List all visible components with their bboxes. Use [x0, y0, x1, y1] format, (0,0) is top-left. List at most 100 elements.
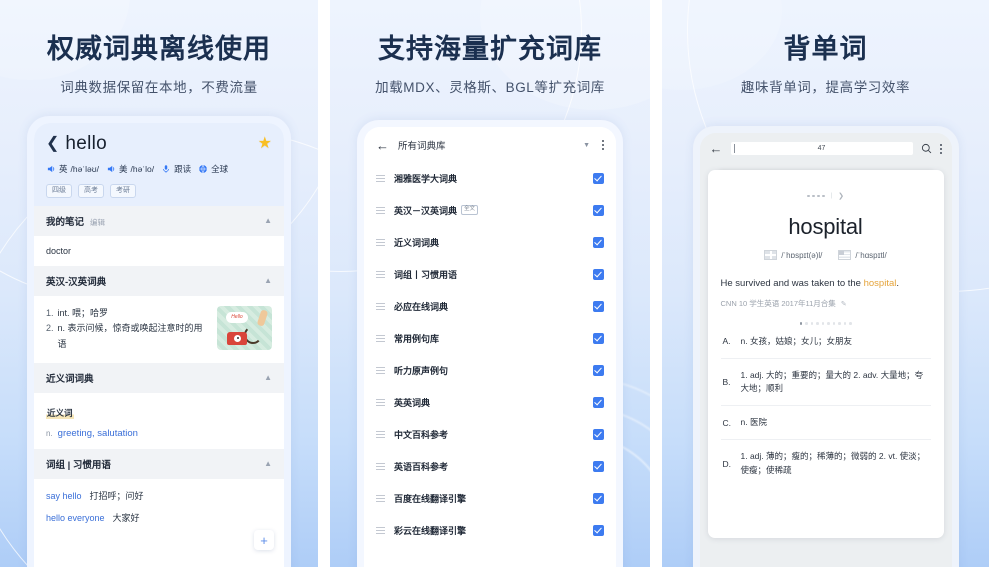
dictionary-row[interactable]: 听力原声例句 — [364, 354, 616, 386]
panel-title: 背单词 — [783, 34, 868, 64]
chevron-up-icon[interactable]: ▲ — [264, 373, 272, 382]
pronounce-uk[interactable]: /ˈhɒspɪt(ə)l/ — [764, 250, 822, 260]
answer-option[interactable]: B. 1. adj. 大的；重要的；量大的 2. adv. 大量地；夸大地；顺利 — [720, 359, 931, 407]
dictionary-checkbox[interactable] — [593, 300, 604, 312]
speaker-icon — [106, 164, 116, 174]
dictionary-row[interactable]: 常用例句库 — [364, 322, 616, 354]
arrow-left-icon[interactable]: ← — [710, 142, 723, 155]
dictionary-checkbox[interactable] — [593, 332, 604, 344]
dictionary-name: 百度在线翻译引擎 — [394, 493, 467, 504]
dictionary-checkbox[interactable] — [593, 236, 604, 248]
section-header-phrases[interactable]: 词组 | 习惯用语 ▲ — [34, 448, 284, 479]
dictionary-checkbox[interactable] — [593, 204, 604, 216]
synonym-label: 近义词 — [46, 406, 74, 419]
flashcard-word: hospital — [788, 214, 863, 239]
dictionary-row[interactable]: 词组丨习惯用语 — [364, 258, 616, 290]
dictionary-row[interactable]: 英英词典 — [364, 386, 616, 418]
drag-handle-icon[interactable] — [376, 494, 385, 502]
sentence-highlight: hospital — [863, 278, 897, 289]
illustration-caption: Hello — [226, 311, 248, 323]
search-icon[interactable] — [921, 143, 932, 154]
dictionary-checkbox[interactable] — [593, 364, 604, 376]
global-label: 全球 — [211, 164, 229, 174]
drag-handle-icon[interactable] — [376, 430, 385, 438]
tag-gaokao[interactable]: 高考 — [78, 184, 104, 198]
illustration-image: Hello — [217, 305, 272, 350]
chevron-up-icon[interactable]: ▲ — [264, 276, 272, 285]
drag-handle-icon[interactable] — [376, 398, 385, 406]
phone-mockup-2: ← 所有词典库 ▼ 湘雅医学大词典 英汉－汉英词典 全文 近义词词典 词组丨习惯… — [357, 120, 623, 567]
answer-option[interactable]: A. n. 女孩，姑娘；女儿；女朋友 — [720, 325, 931, 359]
drag-handle-icon[interactable] — [376, 526, 385, 534]
phrase-item[interactable]: hello everyone 大家好 — [46, 511, 272, 524]
panel-subtitle: 词典数据保留在本地，不费流量 — [60, 80, 258, 96]
plus-icon[interactable]: + — [254, 530, 274, 550]
promo-panel-2: 支持海量扩充词库 加载MDX、灵格斯、BGL等扩充词库 ← 所有词典库 ▼ 湘雅… — [330, 0, 650, 567]
dictionary-checkbox[interactable] — [593, 524, 604, 536]
follow-read-label: 跟读 — [174, 164, 192, 174]
dictionary-row[interactable]: 必应在线词典 — [364, 290, 616, 322]
search-input[interactable]: 47 — [730, 142, 913, 155]
drag-handle-icon[interactable] — [376, 462, 385, 470]
synonym-words[interactable]: greeting, salutation — [58, 428, 138, 439]
global-button[interactable]: 全球 — [198, 163, 228, 175]
pronounce-uk-value: /ˈhɒspɪt(ə)l/ — [781, 250, 823, 260]
pronounce-uk[interactable]: 英 /həˈləʊ/ — [46, 163, 99, 175]
answer-option[interactable]: D. 1. adj. 薄的；瘦的；稀薄的；微弱的 2. vt. 使淡；使瘦；使稀… — [721, 440, 931, 486]
star-icon[interactable]: ★ — [258, 136, 272, 152]
microphone-icon — [161, 164, 171, 174]
follow-read-button[interactable]: 跟读 — [161, 163, 191, 175]
dictionary-row[interactable]: 英汉－汉英词典 全文 — [364, 194, 616, 226]
pronounce-us-value: /ˈhɑspɪtl/ — [855, 250, 887, 260]
chevron-right-icon[interactable]: ❯ — [838, 192, 844, 200]
flashcard: | ❯ hospital /ˈhɒspɪt(ə)l/ /ˈhɑspɪtl/ He… — [707, 170, 944, 538]
dictionary-row[interactable]: 彩云在线翻译引擎 — [364, 514, 616, 546]
pencil-icon[interactable]: ✎ — [841, 300, 847, 308]
drag-handle-icon[interactable] — [376, 366, 385, 374]
tag-cet4[interactable]: 四级 — [46, 184, 72, 198]
drag-handle-icon[interactable] — [376, 270, 385, 278]
dictionary-row[interactable]: 英语百科参考 — [364, 450, 616, 482]
speaker-icon — [46, 164, 56, 174]
pronounce-us[interactable]: /ˈhɑspɪtl/ — [838, 250, 887, 260]
option-value: 1. adj. 大的；重要的；量大的 2. adv. 大量地；夸大地；顺利 — [740, 369, 924, 394]
dictionary-checkbox[interactable] — [593, 396, 604, 408]
dictionary-checkbox[interactable] — [593, 428, 604, 440]
answer-option[interactable]: C. n. 医院 — [720, 406, 931, 441]
section-header-my-notes[interactable]: 我的笔记 编辑 ▲ — [34, 205, 284, 236]
dictionary-row[interactable]: 中文百科参考 — [364, 418, 616, 450]
dictionary-row[interactable]: 湘雅医学大词典 — [364, 162, 616, 194]
edit-link[interactable]: 编辑 — [90, 217, 105, 228]
dictionary-checkbox[interactable] — [593, 460, 604, 472]
chevron-left-icon[interactable]: ❮ — [46, 136, 59, 152]
drag-handle-icon[interactable] — [376, 174, 385, 182]
drag-handle-icon[interactable] — [376, 206, 385, 214]
pronounce-us[interactable]: 美 /həˈlo/ — [106, 163, 154, 175]
dictionary-checkbox[interactable] — [593, 172, 604, 184]
more-vertical-icon[interactable] — [602, 140, 604, 150]
phrase-item[interactable]: say hello 打招呼；问好 — [46, 489, 272, 502]
chevron-down-icon[interactable]: ▼ — [583, 142, 590, 149]
section-header-ec-dictionary[interactable]: 英汉-汉英词典 ▲ — [34, 265, 284, 296]
tag-kaoyan[interactable]: 考研 — [110, 184, 136, 198]
definition-text: int. 喂；哈罗 — [57, 307, 109, 318]
promo-panel-1: 权威词典离线使用 词典数据保留在本地，不费流量 ❮ hello ★ 英 /həˈ… — [0, 0, 318, 567]
phone-mockup-1: ❮ hello ★ 英 /həˈləʊ/ 美 /həˈlo/ 跟读 全球 四级 … — [27, 116, 291, 567]
example-sentence: He survived and was taken to the hospita… — [721, 276, 931, 291]
drag-handle-icon[interactable] — [376, 238, 385, 246]
arrow-left-icon[interactable]: ← — [376, 139, 389, 152]
panel-headings: 权威词典离线使用 词典数据保留在本地，不费流量 — [0, 0, 318, 96]
dictionary-row[interactable]: 近义词词典 — [364, 226, 616, 258]
chevron-up-icon[interactable]: ▲ — [264, 459, 272, 468]
section-header-synonyms[interactable]: 近义词词典 ▲ — [34, 362, 284, 393]
chevron-up-icon[interactable]: ▲ — [264, 216, 272, 225]
sentence-suffix: . — [896, 278, 899, 289]
fulltext-badge: 全文 — [461, 205, 479, 215]
drag-handle-icon[interactable] — [376, 334, 385, 342]
flashcard-phonetics: /ˈhɒspɪt(ə)l/ /ˈhɑspɪtl/ — [721, 250, 931, 260]
dictionary-checkbox[interactable] — [593, 268, 604, 280]
dictionary-row[interactable]: 百度在线翻译引擎 — [364, 482, 616, 514]
dictionary-checkbox[interactable] — [593, 492, 604, 504]
drag-handle-icon[interactable] — [376, 302, 385, 310]
more-vertical-icon[interactable] — [939, 143, 942, 154]
